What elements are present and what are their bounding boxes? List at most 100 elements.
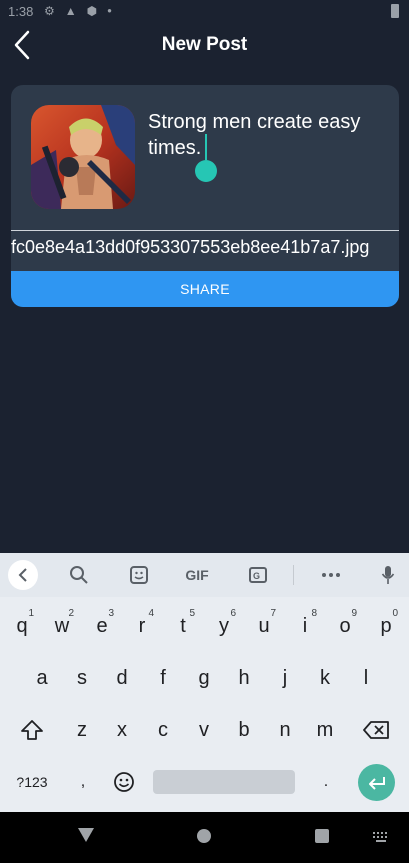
cursor-handle[interactable] <box>195 160 217 182</box>
key-label: u <box>258 614 270 637</box>
more-button[interactable] <box>318 561 344 589</box>
nav-back-icon <box>78 828 94 842</box>
space-key[interactable] <box>153 770 295 794</box>
key-q[interactable]: q1 <box>2 604 42 648</box>
key-v[interactable]: v <box>184 708 224 752</box>
emoji-icon <box>114 772 134 792</box>
key-k[interactable]: k <box>305 656 345 700</box>
search-button[interactable] <box>66 561 92 589</box>
key-label: e <box>96 614 108 637</box>
image-preview <box>31 105 135 209</box>
key-i[interactable]: i8 <box>285 604 325 648</box>
search-icon <box>70 566 88 584</box>
key-hint: 0 <box>392 608 398 619</box>
toolbar-separator <box>293 565 294 585</box>
nav-recents-button[interactable] <box>314 828 330 844</box>
key-z[interactable]: z <box>62 708 102 752</box>
key-e[interactable]: e3 <box>82 604 122 648</box>
key-label: o <box>339 614 351 637</box>
image-filename: fc0e8e4a13dd0f953307553eb8ee41b7a7.jpg <box>11 237 399 267</box>
key-u[interactable]: u7 <box>244 604 284 648</box>
key-hint: 5 <box>189 608 195 619</box>
status-icons: ⚙ ▲ ⬢ ● <box>44 4 112 18</box>
post-image-thumbnail[interactable] <box>31 105 135 209</box>
key-b[interactable]: b <box>224 708 264 752</box>
key-hint: 9 <box>351 608 357 619</box>
post-card: Strong men create easy times. fc0e8e4a13… <box>11 85 399 307</box>
text-cursor <box>205 134 207 160</box>
translate-button[interactable]: G <box>245 561 271 589</box>
period-key[interactable]: . <box>306 760 346 804</box>
status-bar: 1:38 ⚙ ▲ ⬢ ● <box>0 0 409 24</box>
key-a[interactable]: a <box>22 656 62 700</box>
key-x[interactable]: x <box>102 708 142 752</box>
key-label: w <box>54 614 70 637</box>
status-time: 1:38 <box>8 4 34 19</box>
settings-icon: ⚙ <box>44 4 55 18</box>
key-r[interactable]: r4 <box>122 604 162 648</box>
key-d[interactable]: d <box>102 656 142 700</box>
more-icon <box>322 573 340 577</box>
key-hint: 3 <box>108 608 114 619</box>
keyboard-collapse-button[interactable] <box>8 560 38 590</box>
shield-icon: ⬢ <box>86 4 98 18</box>
keyboard-icon <box>373 832 387 842</box>
shift-key[interactable] <box>12 708 52 752</box>
key-o[interactable]: o9 <box>325 604 365 648</box>
key-label: t <box>180 614 186 637</box>
app-bar: New Post <box>0 24 409 68</box>
key-j[interactable]: j <box>265 656 305 700</box>
nav-home-icon <box>197 829 211 843</box>
key-hint: 6 <box>230 608 236 619</box>
key-f[interactable]: f <box>143 656 183 700</box>
comma-key[interactable]: , <box>64 760 102 804</box>
nav-home-button[interactable] <box>196 828 212 844</box>
key-g[interactable]: g <box>184 656 224 700</box>
divider <box>11 230 399 231</box>
nav-back-button[interactable] <box>77 827 95 843</box>
backspace-icon <box>363 721 389 739</box>
key-l[interactable]: l <box>346 656 386 700</box>
emoji-key[interactable] <box>104 760 144 804</box>
gif-button[interactable]: GIF <box>182 561 212 589</box>
key-hint: 7 <box>270 608 276 619</box>
key-n[interactable]: n <box>265 708 305 752</box>
key-label: y <box>219 614 229 637</box>
key-w[interactable]: w2 <box>42 604 82 648</box>
system-nav-bar <box>0 812 409 863</box>
microphone-icon <box>381 566 395 584</box>
key-y[interactable]: y6 <box>204 604 244 648</box>
share-button[interactable]: SHARE <box>11 271 399 307</box>
backspace-key[interactable] <box>356 708 396 752</box>
key-hint: 1 <box>28 608 34 619</box>
caption-input[interactable]: Strong men create easy times. <box>148 109 388 161</box>
android-icon: ▲ <box>64 4 77 18</box>
nav-recents-icon <box>315 829 329 843</box>
chevron-left-icon <box>18 568 27 582</box>
enter-icon <box>368 776 385 790</box>
sticker-button[interactable] <box>126 561 152 589</box>
key-label: p <box>380 614 392 637</box>
key-label: q <box>16 614 28 637</box>
key-p[interactable]: p0 <box>366 604 406 648</box>
voice-input-button[interactable] <box>377 561 399 589</box>
keyboard-switch-button[interactable] <box>372 831 390 843</box>
enter-key[interactable] <box>358 764 395 801</box>
key-t[interactable]: t5 <box>163 604 203 648</box>
image-filename-text: fc0e8e4a13dd0f953307553eb8ee41b7a7.jpg <box>11 237 370 257</box>
soft-keyboard: GIF G q1 w2 e3 r4 t5 y6 u7 i8 o9 p0 a s … <box>0 553 409 812</box>
translate-icon: G <box>249 567 267 583</box>
dot-icon: ● <box>107 6 112 15</box>
battery-icon <box>391 4 399 18</box>
key-h[interactable]: h <box>224 656 264 700</box>
key-m[interactable]: m <box>305 708 345 752</box>
page-title: New Post <box>161 34 248 55</box>
symbols-key[interactable]: ?123 <box>8 760 56 804</box>
key-c[interactable]: c <box>143 708 183 752</box>
sticker-icon <box>130 566 148 584</box>
key-hint: 2 <box>68 608 74 619</box>
key-s[interactable]: s <box>62 656 102 700</box>
key-label: i <box>302 614 308 637</box>
key-label: r <box>138 614 146 637</box>
key-hint: 8 <box>311 608 317 619</box>
